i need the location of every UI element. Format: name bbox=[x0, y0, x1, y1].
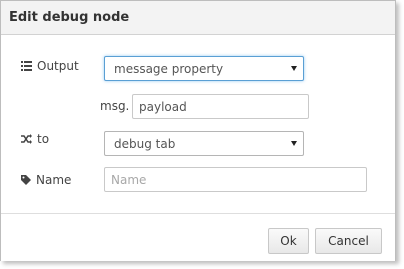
msg-prefix: msg. bbox=[100, 99, 130, 113]
tag-icon bbox=[21, 175, 31, 185]
dialog-footer: Ok Cancel bbox=[1, 213, 395, 261]
dialog-title: Edit debug node bbox=[9, 10, 130, 25]
output-label-text: Output bbox=[37, 59, 79, 73]
ok-button-label: Ok bbox=[280, 234, 297, 248]
ok-button[interactable]: Ok bbox=[268, 228, 309, 254]
cancel-button[interactable]: Cancel bbox=[315, 228, 382, 254]
to-label-text: to bbox=[37, 132, 50, 146]
shuffle-icon bbox=[21, 134, 32, 144]
dropdown-arrow-icon bbox=[291, 66, 297, 71]
to-select[interactable]: debug tab bbox=[104, 131, 304, 156]
to-label: to bbox=[21, 132, 49, 146]
edit-debug-node-dialog: Edit debug node Output message property … bbox=[0, 0, 396, 261]
name-label: Name bbox=[21, 173, 71, 187]
to-select-value: debug tab bbox=[114, 136, 176, 151]
list-icon bbox=[21, 61, 32, 71]
name-input-placeholder: Name bbox=[111, 172, 147, 187]
output-label: Output bbox=[21, 59, 79, 73]
name-label-text: Name bbox=[36, 173, 72, 187]
name-input[interactable]: Name bbox=[104, 167, 367, 192]
cancel-button-label: Cancel bbox=[328, 234, 369, 248]
property-input[interactable]: payload bbox=[132, 94, 309, 119]
output-select[interactable]: message property bbox=[104, 56, 304, 81]
dialog-titlebar[interactable]: Edit debug node bbox=[1, 1, 395, 35]
output-select-value: message property bbox=[114, 61, 224, 76]
dropdown-arrow-icon bbox=[291, 141, 297, 146]
property-input-value: payload bbox=[139, 99, 187, 114]
dialog-body: Output message property msg. payload to … bbox=[1, 35, 395, 213]
